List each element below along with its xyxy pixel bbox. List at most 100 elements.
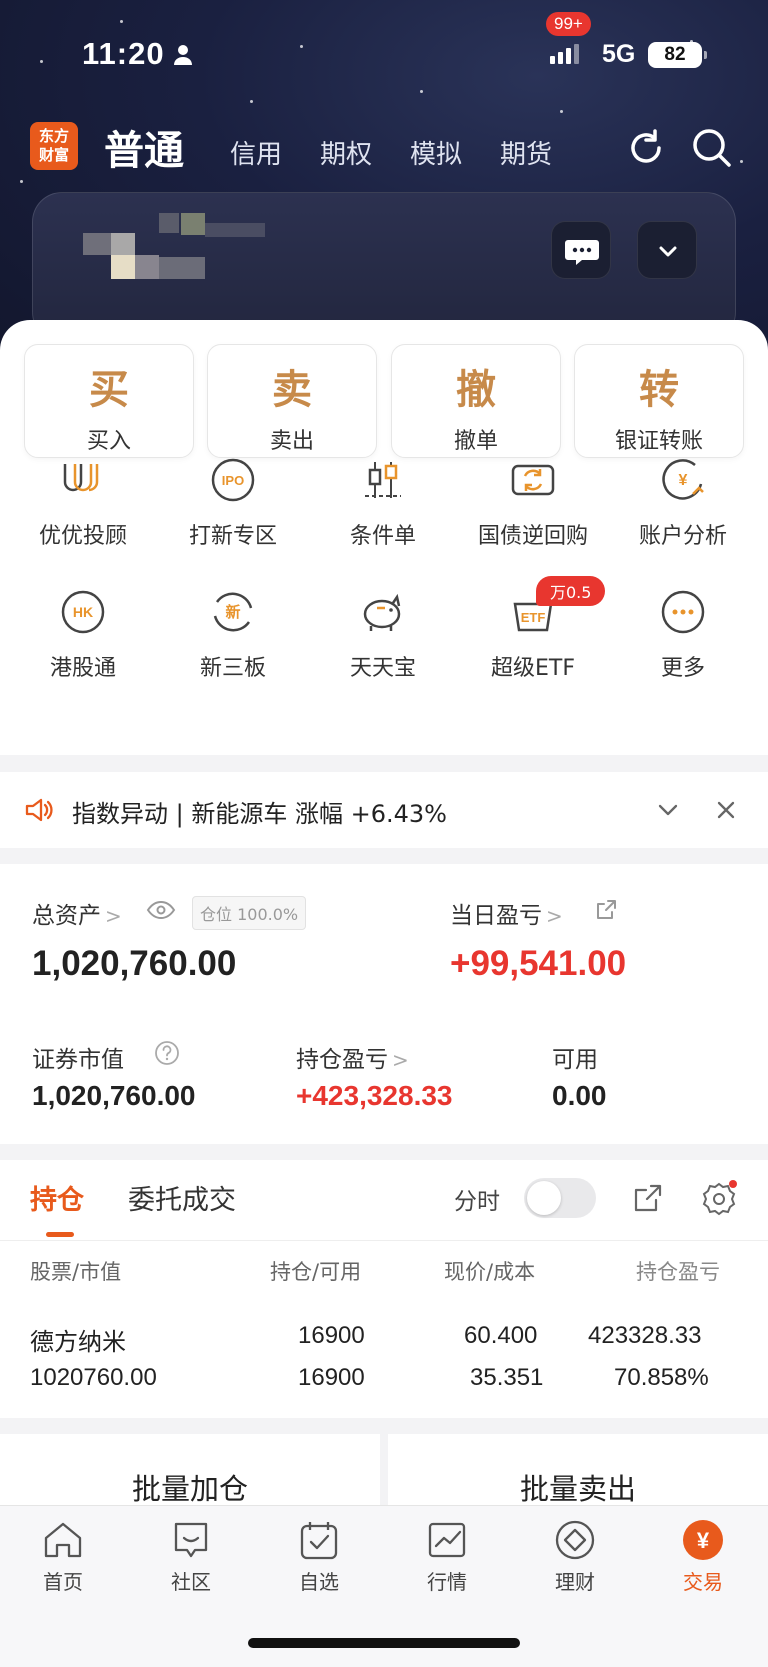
holding-pl-label[interactable]: 持仓盈亏 > xyxy=(296,1040,409,1074)
tab-trade[interactable]: ¥ 交易 xyxy=(658,1518,748,1595)
batch-add-button[interactable]: 批量加仓 xyxy=(0,1434,380,1514)
more-icon xyxy=(661,590,705,634)
column-header-stock: 股票/市值 xyxy=(30,1260,122,1284)
uu-advisor-icon xyxy=(63,464,99,492)
svg-text:HK: HK xyxy=(73,604,93,620)
holding-pl-value: +423,328.33 xyxy=(296,1080,453,1111)
tab-watchlist[interactable]: 自选 xyxy=(274,1518,364,1595)
search-icon[interactable] xyxy=(690,126,734,174)
condition-order-icon xyxy=(365,462,401,498)
tab-community[interactable]: 社区 xyxy=(146,1518,236,1595)
battery-indicator: 82 xyxy=(648,42,707,68)
stock-market-value: 1020760.00 xyxy=(30,1364,157,1391)
intraday-toggle[interactable] xyxy=(524,1178,596,1218)
chevron-down-icon xyxy=(659,246,677,257)
piggy-bank-icon xyxy=(363,593,401,631)
total-assets-value: 1,020,760.00 xyxy=(32,944,237,983)
account-analysis-icon: ¥ xyxy=(662,459,704,500)
trade-icon: ¥ xyxy=(683,1520,723,1560)
account-switch-button[interactable] xyxy=(637,221,697,279)
stock-name: 德方纳米 xyxy=(30,1328,126,1356)
trade-panel: 买买入 卖卖出 撤撤单 转银证转账 优优投顾 IPO 打新专区 条件单 国债逆回… xyxy=(0,320,768,755)
top-nav: 东方 财富 普通 信用 期权 模拟 期货 xyxy=(0,118,768,178)
grid-item-tiantianbao[interactable]: 天天宝 xyxy=(308,586,458,682)
grid-item-ipo[interactable]: IPO 打新专区 xyxy=(158,454,308,550)
market-alert-bar[interactable]: 指数异动 | 新能源车 涨幅 +6.43% xyxy=(0,772,768,848)
etf-fee-badge: 万0.5 xyxy=(536,576,606,606)
settings-icon[interactable] xyxy=(700,1180,738,1218)
daily-pl-label[interactable]: 当日盈亏 > xyxy=(450,896,563,930)
message-button[interactable] xyxy=(551,221,611,279)
wealth-icon xyxy=(555,1520,595,1560)
home-indicator xyxy=(248,1638,520,1648)
signal-icon xyxy=(550,44,579,64)
tab-mode-simulation[interactable]: 模拟 xyxy=(410,134,462,171)
svg-text:¥: ¥ xyxy=(679,472,688,489)
export-icon[interactable] xyxy=(632,1182,664,1214)
market-icon xyxy=(428,1522,466,1558)
tab-mode-futures[interactable]: 期货 xyxy=(500,134,552,171)
tab-market[interactable]: 行情 xyxy=(402,1518,492,1595)
grid-item-more[interactable]: 更多 xyxy=(608,586,758,682)
eastmoney-logo: 东方 财富 xyxy=(30,122,78,170)
available-value: 0.00 xyxy=(552,1080,607,1111)
refresh-icon[interactable] xyxy=(624,126,668,174)
active-tab-indicator xyxy=(46,1232,74,1237)
total-assets-label[interactable]: 总资产 > xyxy=(32,896,122,930)
tab-mode-options[interactable]: 期权 xyxy=(320,134,372,171)
status-time: 11:20 xyxy=(82,36,165,71)
column-header-holding: 持仓/可用 xyxy=(270,1260,362,1284)
sell-button[interactable]: 卖卖出 xyxy=(207,344,377,458)
column-header-pl: 持仓盈亏 xyxy=(636,1260,720,1284)
grid-item-uu-advisor[interactable]: 优优投顾 xyxy=(8,454,158,550)
asset-summary: 总资产 > 仓位 100.0% 1,020,760.00 当日盈亏 > +99,54… xyxy=(0,864,768,1144)
market-alert-text: 指数异动 | 新能源车 涨幅 +6.43% xyxy=(72,800,447,828)
tab-wealth[interactable]: 理财 xyxy=(530,1518,620,1595)
network-type: 5G xyxy=(602,40,636,68)
tab-mode-normal[interactable]: 普通 xyxy=(104,118,184,176)
grid-item-condition-order[interactable]: 条件单 xyxy=(308,454,458,550)
message-badge: 99+ xyxy=(546,12,591,36)
close-icon[interactable] xyxy=(714,798,738,822)
holding-pl-pct: 70.858% xyxy=(614,1364,709,1391)
grid-item-account-analysis[interactable]: ¥ 账户分析 xyxy=(608,454,758,550)
positions-panel: 持仓 委托成交 分时 股票/市值 持仓/可用 现价/成本 持仓盈亏 德方纳米 1… xyxy=(0,1160,768,1418)
available-qty: 16900 xyxy=(298,1364,365,1391)
daily-pl-value: +99,541.00 xyxy=(450,944,627,983)
tab-orders[interactable]: 委托成交 xyxy=(128,1178,236,1217)
grid-item-reverse-repo[interactable]: 国债逆回购 xyxy=(458,454,608,550)
speaker-icon xyxy=(25,798,53,822)
batch-sell-button[interactable]: 批量卖出 xyxy=(388,1434,768,1514)
cost-price: 35.351 xyxy=(470,1364,544,1391)
holding-pl: 423328.33 xyxy=(588,1322,702,1349)
batch-actions: 批量加仓 批量卖出 xyxy=(0,1434,768,1514)
home-icon xyxy=(44,1522,82,1558)
svg-text:¥: ¥ xyxy=(697,1528,710,1553)
watchlist-icon xyxy=(300,1522,338,1560)
bank-transfer-button[interactable]: 转银证转账 xyxy=(574,344,744,458)
svg-text:新: 新 xyxy=(225,603,240,621)
intraday-label: 分时 xyxy=(454,1189,500,1215)
tab-home[interactable]: 首页 xyxy=(18,1518,108,1595)
svg-text:ETF: ETF xyxy=(521,610,546,625)
chevron-down-icon[interactable] xyxy=(656,800,680,820)
share-icon[interactable] xyxy=(594,898,618,922)
grid-item-neeq[interactable]: 新 新三板 xyxy=(158,586,308,682)
holding-qty: 16900 xyxy=(298,1322,365,1349)
eye-icon[interactable] xyxy=(146,900,176,920)
position-ratio-badge: 仓位 100.0% xyxy=(192,896,307,930)
help-icon[interactable] xyxy=(154,1040,180,1066)
current-price: 60.400 xyxy=(464,1322,538,1349)
community-icon xyxy=(174,1522,208,1558)
svg-text:IPO: IPO xyxy=(222,473,244,488)
tab-holdings[interactable]: 持仓 xyxy=(30,1178,84,1217)
grid-item-hk-connect[interactable]: HK 港股通 xyxy=(8,586,158,682)
available-label: 可用 xyxy=(552,1047,598,1073)
cancel-order-button[interactable]: 撤撤单 xyxy=(391,344,561,458)
column-header-price: 现价/成本 xyxy=(444,1260,536,1284)
buy-button[interactable]: 买买入 xyxy=(24,344,194,458)
neeq-icon: 新 xyxy=(213,592,253,632)
person-icon xyxy=(172,44,194,70)
tab-mode-credit[interactable]: 信用 xyxy=(230,134,282,171)
status-bar: 11:20 5G 82 xyxy=(0,34,768,74)
